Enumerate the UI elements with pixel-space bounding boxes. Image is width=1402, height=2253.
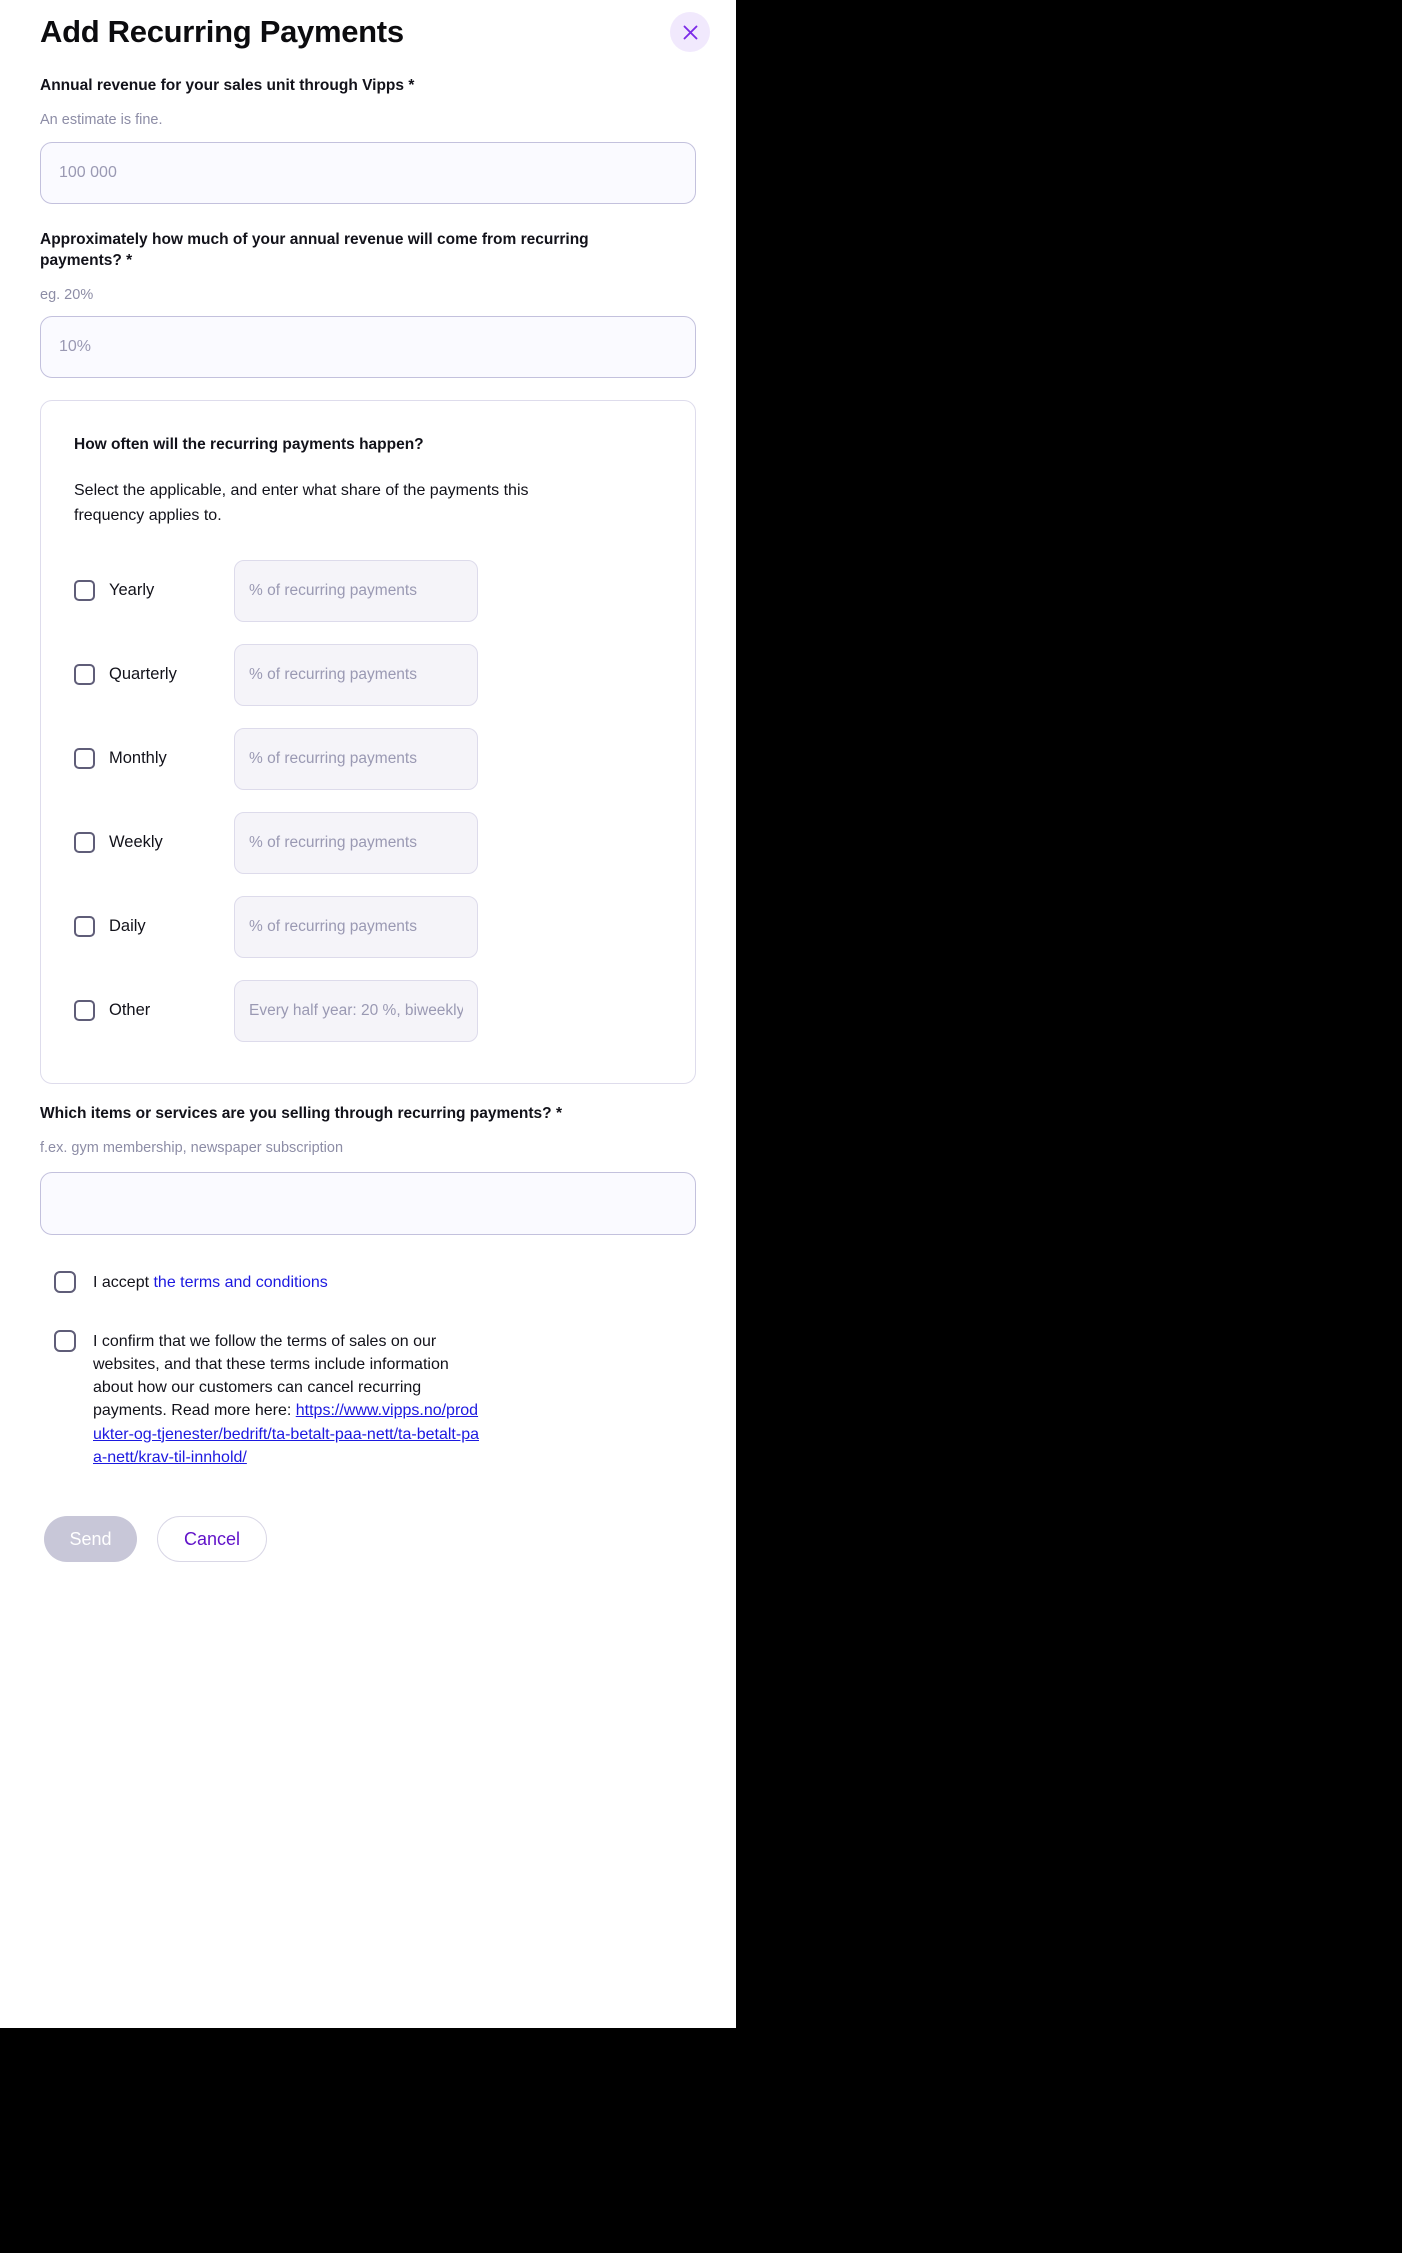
frequency-row-left: Daily bbox=[74, 916, 234, 938]
checkbox-yearly[interactable] bbox=[74, 580, 95, 602]
add-recurring-payments-dialog: Add Recurring Payments Annual revenue fo… bbox=[0, 0, 736, 2028]
annual-revenue-label: Annual revenue for your sales unit throu… bbox=[40, 77, 415, 94]
annual-revenue-field-block: Annual revenue for your sales unit throu… bbox=[40, 76, 696, 204]
checkbox-monthly[interactable] bbox=[74, 748, 95, 770]
frequency-row-quarterly: Quarterly bbox=[74, 633, 662, 717]
annual-revenue-hint: An estimate is fine. bbox=[40, 111, 163, 128]
send-button[interactable]: Send bbox=[44, 1516, 137, 1563]
checkbox-daily[interactable] bbox=[74, 916, 95, 938]
items-services-label: Which items or services are you selling … bbox=[40, 1104, 562, 1122]
frequency-label-other: Other bbox=[109, 1001, 151, 1020]
annual-revenue-input[interactable] bbox=[40, 141, 696, 204]
frequency-share-input-daily[interactable] bbox=[234, 895, 478, 958]
recurring-share-field-block: Approximately how much of your annual re… bbox=[40, 230, 696, 379]
checkbox-quarterly[interactable] bbox=[74, 664, 95, 686]
frequency-row-left: Weekly bbox=[74, 832, 234, 854]
frequency-row-other: Other bbox=[74, 969, 662, 1053]
frequency-label-weekly: Weekly bbox=[109, 833, 163, 852]
frequency-share-input-yearly[interactable] bbox=[234, 559, 478, 622]
consent-row-sales-terms: I confirm that we follow the terms of sa… bbox=[40, 1329, 696, 1469]
frequency-row-left: Quarterly bbox=[74, 664, 234, 686]
frequency-row-daily: Daily bbox=[74, 885, 662, 969]
recurring-share-hint: eg. 20% bbox=[40, 286, 94, 303]
frequency-row-left: Monthly bbox=[74, 748, 234, 770]
close-button[interactable] bbox=[670, 12, 710, 52]
frequency-row-monthly: Monthly bbox=[74, 717, 662, 801]
frequency-label-quarterly: Quarterly bbox=[109, 665, 177, 684]
cancel-button[interactable]: Cancel bbox=[157, 1516, 267, 1563]
frequency-card: How often will the recurring payments ha… bbox=[40, 400, 696, 1084]
dialog-footer: Send Cancel bbox=[40, 1516, 696, 1602]
consent-row-terms: I accept the terms and conditions bbox=[40, 1270, 696, 1294]
frequency-share-input-other[interactable] bbox=[234, 979, 478, 1042]
frequency-label-monthly: Monthly bbox=[109, 749, 167, 768]
checkbox-accept-terms[interactable] bbox=[54, 1270, 76, 1293]
frequency-card-description: Select the applicable, and enter what sh… bbox=[74, 482, 529, 525]
frequency-label-yearly: Yearly bbox=[109, 581, 155, 600]
items-services-textarea[interactable] bbox=[40, 1171, 696, 1235]
recurring-share-input[interactable] bbox=[40, 316, 696, 379]
dialog-header: Add Recurring Payments bbox=[40, 0, 710, 76]
close-icon bbox=[682, 24, 699, 41]
items-services-hint: f.ex. gym membership, newspaper subscrip… bbox=[40, 1139, 344, 1156]
consent-terms-text: I accept the terms and conditions bbox=[93, 1271, 328, 1294]
frequency-row-yearly: Yearly bbox=[74, 549, 662, 633]
checkbox-weekly[interactable] bbox=[74, 832, 95, 854]
consent-sales-terms-text: I confirm that we follow the terms of sa… bbox=[93, 1330, 481, 1469]
terms-and-conditions-link[interactable]: the terms and conditions bbox=[153, 1274, 327, 1291]
frequency-share-input-quarterly[interactable] bbox=[234, 643, 478, 706]
page-title: Add Recurring Payments bbox=[40, 14, 404, 49]
frequency-rows: Yearly Quarterly Monthly bbox=[74, 549, 662, 1053]
checkbox-other[interactable] bbox=[74, 1000, 95, 1022]
frequency-label-daily: Daily bbox=[109, 917, 146, 936]
frequency-row-weekly: Weekly bbox=[74, 801, 662, 885]
recurring-share-label: Approximately how much of your annual re… bbox=[40, 230, 589, 269]
frequency-card-title: How often will the recurring payments ha… bbox=[74, 436, 424, 454]
checkbox-confirm-sales-terms[interactable] bbox=[54, 1329, 76, 1352]
items-services-field-block: Which items or services are you selling … bbox=[40, 1104, 696, 1235]
frequency-row-left: Other bbox=[74, 1000, 234, 1022]
frequency-share-input-weekly[interactable] bbox=[234, 811, 478, 874]
consent-terms-prefix: I accept bbox=[93, 1273, 154, 1291]
frequency-share-input-monthly[interactable] bbox=[234, 727, 478, 790]
frequency-row-left: Yearly bbox=[74, 580, 234, 602]
